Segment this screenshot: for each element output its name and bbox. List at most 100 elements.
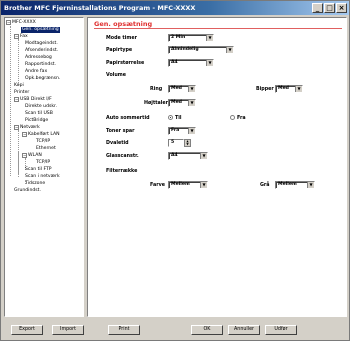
minimize-icon[interactable]: _: [312, 3, 323, 13]
gra-select[interactable]: Mellem ▼: [275, 181, 315, 189]
tree-item-mfc[interactable]: − MFC-XXXX: [6, 20, 36, 26]
tree-item-label: MFC-XXXX: [12, 20, 36, 25]
tree-item-netvaerk[interactable]: − Netværk: [14, 125, 40, 131]
papirstorrelse-select[interactable]: A4 ▼: [168, 59, 214, 67]
tree-item-printer[interactable]: Printer: [14, 90, 29, 96]
settings-tree[interactable]: − MFC-XXXX Gen. opsætning − Fax Modtageind…: [4, 17, 84, 317]
papirtype-label: Papirtype: [106, 48, 133, 53]
glasscanstr-select[interactable]: A4 ▼: [168, 152, 208, 160]
gra-label: Grå: [260, 183, 270, 188]
tree-item-kopi[interactable]: Kopi: [14, 83, 24, 89]
chevron-down-icon[interactable]: ▼: [226, 47, 233, 53]
hojttaler-label: Højttaler: [144, 101, 169, 106]
chevron-down-icon[interactable]: ▼: [188, 128, 195, 134]
chevron-down-icon[interactable]: ▼: [200, 182, 207, 188]
volume-label: Volume: [106, 73, 127, 78]
collapse-icon[interactable]: −: [14, 125, 19, 130]
tree-item-andre-fax[interactable]: Andre fax: [25, 69, 47, 75]
tree-item-gen-opsaetning[interactable]: Gen. opsætning: [21, 27, 60, 33]
chevron-down-icon[interactable]: ▼: [200, 153, 207, 159]
bipper-select[interactable]: Med ▼: [275, 85, 303, 93]
tree-item-label: Netværk: [20, 125, 40, 130]
filterraekke-label: Filterrække: [106, 169, 138, 174]
ring-select[interactable]: Med ▼: [168, 85, 196, 93]
farve-value: Mellem: [171, 182, 190, 187]
dvaletid-value: 5: [171, 140, 175, 145]
collapse-icon[interactable]: −: [22, 153, 27, 158]
tree-item-tidszone[interactable]: Tidszone: [25, 181, 45, 187]
tree-item-label: WLAN: [28, 153, 42, 158]
title-bar: Brother MFC Fjerninstallations Program -…: [1, 1, 349, 15]
toner-spar-select[interactable]: Fra ▼: [168, 127, 196, 135]
tree-item-usb-direkt[interactable]: − USB Direkt I/F: [14, 97, 52, 103]
sommertid-til-label: Til: [175, 116, 182, 121]
collapse-icon[interactable]: −: [6, 20, 11, 25]
hojttaler-select[interactable]: Med ▼: [168, 99, 196, 107]
tree-item-wlan-tcpip[interactable]: TCP/IP: [36, 160, 50, 166]
tree-item-scan-til-usb[interactable]: Scan til USB: [25, 111, 53, 117]
chevron-down-icon[interactable]: ▼: [307, 182, 314, 188]
tree-item-label: Fax: [20, 34, 28, 39]
print-button[interactable]: Print: [108, 325, 140, 335]
papirtype-select[interactable]: Almindelig ▼: [168, 46, 234, 54]
tree-item-fax[interactable]: − Fax: [14, 34, 28, 40]
tree-item-rapportindst[interactable]: Rapportindst.: [25, 62, 56, 68]
annuller-button[interactable]: Annuller: [228, 325, 260, 335]
tree-item-lan-tcpip[interactable]: TCP/IP: [36, 139, 50, 145]
toner-spar-value: Fra: [171, 128, 180, 133]
mode-timer-value: 2 Min: [171, 35, 186, 40]
papirstorrelse-label: Papirstørrelse: [106, 61, 145, 66]
chevron-down-icon[interactable]: ▼: [188, 86, 195, 92]
chevron-down-icon[interactable]: ▼: [295, 86, 302, 92]
import-button[interactable]: Import: [52, 325, 84, 335]
tree-item-wlan[interactable]: − WLAN: [22, 153, 42, 159]
bipper-value: Med: [278, 86, 289, 91]
chevron-down-icon[interactable]: ▼: [206, 60, 213, 66]
hojttaler-value: Med: [171, 100, 182, 105]
farve-label: Farve: [150, 183, 165, 188]
tree-item-label: Kabelført LAN: [28, 132, 60, 137]
tree-item-opk-begraensn[interactable]: Opk.begrænsn.: [25, 76, 60, 82]
tree-item-grundindst[interactable]: Grundindst.: [14, 188, 41, 194]
tree-item-scan-til-ftp[interactable]: Scan til FTP: [25, 167, 52, 173]
tree-item-modtageindst[interactable]: Modtageindst.: [25, 41, 58, 47]
spinner-arrows-icon[interactable]: ▲ ▼: [184, 139, 191, 147]
sommertid-fra-radio[interactable]: Fra: [230, 115, 246, 121]
tree-item-direkte-udskr[interactable]: Direkte udskr.: [25, 104, 57, 110]
mode-timer-select[interactable]: 2 Min ▼: [168, 34, 214, 42]
maximize-icon[interactable]: □: [324, 3, 335, 13]
export-button[interactable]: Export: [11, 325, 43, 335]
tree-item-pictbridge[interactable]: PictBridge: [25, 118, 48, 124]
ok-button[interactable]: OK: [191, 325, 223, 335]
mode-timer-label: Mode timer: [106, 36, 137, 41]
tree-item-kabelfoert-lan[interactable]: − Kabelført LAN: [22, 132, 60, 138]
chevron-down-icon[interactable]: ▼: [206, 35, 213, 41]
panel-title: Gen. opsætning: [94, 20, 153, 28]
farve-select[interactable]: Mellem ▼: [168, 181, 208, 189]
sommertid-til-radio[interactable]: Til: [168, 115, 182, 121]
tree-item-scan-i-netvaerk[interactable]: Scan i netværk: [25, 174, 60, 180]
radio-selected-icon[interactable]: [168, 115, 173, 120]
gra-value: Mellem: [278, 182, 297, 187]
close-icon[interactable]: ×: [336, 3, 347, 13]
udfor-button[interactable]: Udfør: [265, 325, 297, 335]
tree-item-ethernet[interactable]: Ethernet: [36, 146, 56, 152]
title-divider: [94, 28, 342, 29]
papirtype-value: Almindelig: [171, 47, 199, 52]
collapse-icon[interactable]: −: [14, 97, 19, 102]
chevron-down-icon[interactable]: ▼: [188, 100, 195, 106]
tree-item-adressebog[interactable]: Adressebog: [25, 55, 52, 61]
collapse-icon[interactable]: −: [14, 34, 19, 39]
bipper-label: Bipper: [256, 87, 274, 92]
glasscanstr-value: A4: [171, 153, 178, 158]
collapse-icon[interactable]: −: [22, 132, 27, 137]
papirstorrelse-value: A4: [171, 60, 178, 65]
radio-unselected-icon[interactable]: [230, 115, 235, 120]
tree-item-afsenderindst[interactable]: Afsenderindst.: [25, 48, 58, 54]
ring-value: Med: [171, 86, 182, 91]
dvaletid-label: Dvaletid: [106, 141, 129, 146]
auto-sommertid-label: Auto sommertid: [106, 116, 150, 121]
window-controls: _ □ ×: [312, 3, 347, 13]
app-window: Brother MFC Fjerninstallations Program -…: [0, 0, 350, 341]
dvaletid-spinner[interactable]: 5 ▲ ▼: [168, 139, 191, 147]
